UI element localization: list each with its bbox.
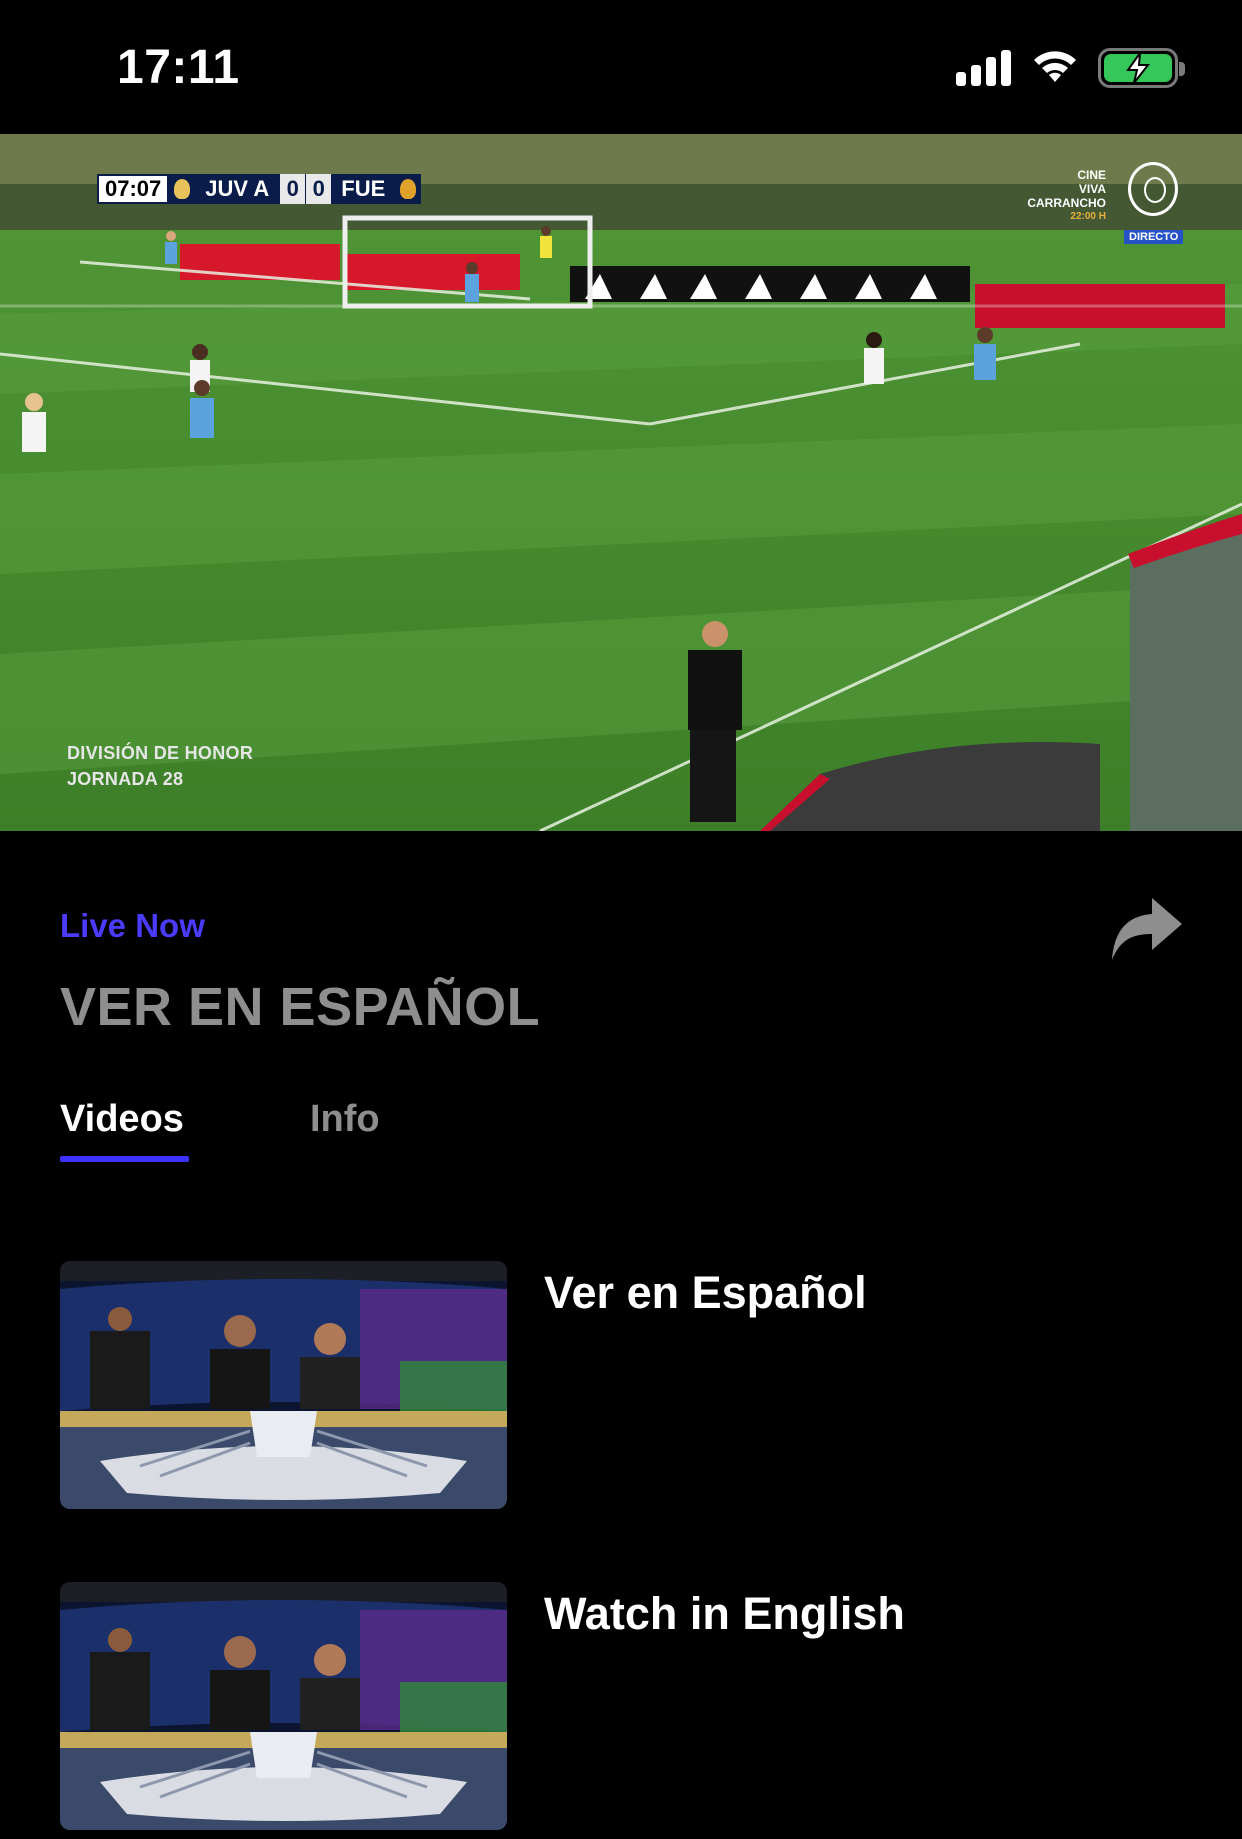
tab-videos[interactable]: Videos <box>60 1098 184 1141</box>
video-list-item[interactable]: Watch in English <box>60 1582 1182 1830</box>
club-crest-icon <box>1128 162 1178 216</box>
away-score: 0 <box>305 174 332 204</box>
promo-line: CINE <box>1077 168 1106 182</box>
promo-time: 22:00 H <box>1070 211 1106 222</box>
video-title[interactable]: Watch in English <box>544 1588 905 1640</box>
status-bar: 17:11 <box>0 0 1242 134</box>
promo-overlay: CINE VIVA CARRANCHO 22:00 H <box>1014 168 1106 224</box>
page-title: VER EN ESPAÑOL <box>60 977 541 1037</box>
competition-name: DIVISIÓN DE HONOR <box>67 743 254 763</box>
video-thumbnail[interactable] <box>60 1261 507 1509</box>
wifi-icon <box>1034 51 1076 82</box>
battery-charging-icon <box>1098 48 1185 88</box>
matchday: JORNADA 28 <box>67 769 184 789</box>
status-time: 17:11 <box>117 41 240 94</box>
video-thumbnail[interactable] <box>60 1582 507 1830</box>
tab-bar: Videos Info <box>60 1098 1182 1168</box>
video-title[interactable]: Ver en Español <box>544 1267 867 1319</box>
away-crest-icon <box>395 174 422 204</box>
video-player[interactable]: 07:07 JUV A 0 0 FUE DIVISIÓN DE HONOR JO… <box>0 134 1242 831</box>
promo-line: CARRANCHO <box>1027 196 1106 210</box>
home-team: JUV A <box>195 174 280 204</box>
match-clock: 07:07 <box>97 174 170 204</box>
share-arrow-icon[interactable] <box>1108 894 1184 964</box>
home-crest-icon <box>169 174 196 204</box>
live-status: Live Now <box>60 907 205 944</box>
home-score: 0 <box>279 174 306 204</box>
video-frame <box>0 134 1242 831</box>
cellular-signal-icon <box>956 50 1014 86</box>
away-team: FUE <box>331 174 396 204</box>
promo-line: VIVA <box>1078 182 1106 196</box>
live-badge: DIRECTO <box>1124 230 1184 244</box>
scorebug: 07:07 JUV A 0 0 FUE <box>97 174 422 204</box>
active-tab-indicator <box>60 1156 189 1162</box>
competition-overlay: DIVISIÓN DE HONOR JORNADA 28 <box>67 740 253 792</box>
tab-info[interactable]: Info <box>310 1098 380 1141</box>
video-list-item[interactable]: Ver en Español <box>60 1261 1182 1509</box>
